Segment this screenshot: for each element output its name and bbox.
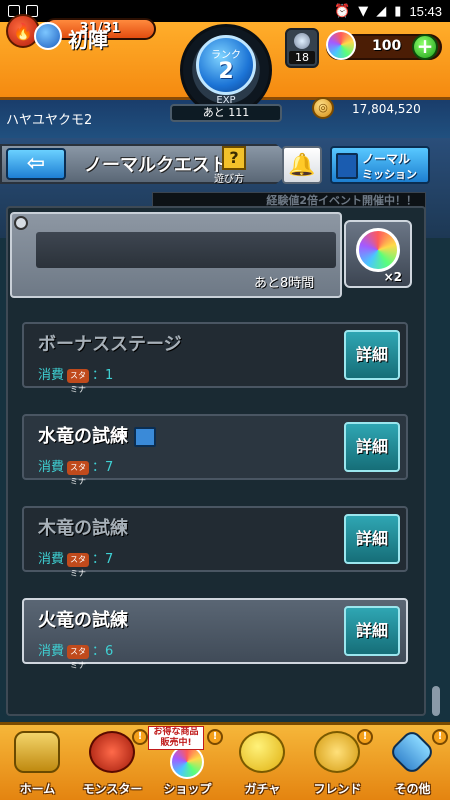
- nav-label: フレンド: [313, 782, 362, 796]
- scrollbar-thumb[interactable]: [432, 686, 440, 716]
- cost-label: 消費: [38, 460, 65, 475]
- cost-value: ：6: [92, 644, 114, 659]
- cost-value: ：7: [92, 552, 114, 567]
- nav-gacha[interactable]: ガチャ: [225, 725, 300, 800]
- coin-count: 17,804,520: [352, 102, 421, 116]
- stage-row-wood-dragon[interactable]: 木竜の試練 消費 スタミナ：7 詳細: [22, 506, 408, 578]
- orb-reward-icon: [356, 228, 400, 272]
- exp-remaining: あと 111: [170, 104, 282, 122]
- promo-tag: お得な商品 販売中!: [148, 726, 204, 750]
- stamina-word: スタミナ: [67, 644, 90, 670]
- monster-icon: [89, 731, 135, 773]
- water-element-icon: [34, 22, 62, 50]
- pin-icon: [14, 216, 28, 230]
- gem-slot[interactable]: 18: [285, 28, 319, 68]
- nav-monster[interactable]: ! モンスター: [75, 725, 150, 800]
- other-icon: [387, 727, 437, 777]
- stage-row-water-dragon[interactable]: 水竜の試練 消費 スタミナ：7 詳細: [22, 414, 408, 486]
- nav-label: ホーム: [19, 782, 56, 796]
- mission-label-line1: ノーマル: [362, 152, 411, 166]
- normal-mission-button[interactable]: ノーマル ミッション: [330, 146, 430, 184]
- detail-button[interactable]: 詳細: [344, 422, 400, 472]
- add-orb-button[interactable]: +: [412, 34, 438, 60]
- bell-icon: 🔔: [288, 152, 316, 178]
- nav-home[interactable]: ホーム: [0, 725, 75, 800]
- featured-stage-title: 初陣: [68, 28, 108, 52]
- stage-row-fire-dragon[interactable]: 火竜の試練 消費 スタミナ：6 詳細: [22, 598, 408, 670]
- nav-friend[interactable]: ! フレンド: [300, 725, 375, 800]
- bottom-nav: ホーム ! モンスター ! ショップ ガチャ ! フレンド ! その他: [0, 722, 450, 800]
- page-title: ノーマルクエスト: [84, 155, 228, 176]
- gem-icon: [294, 33, 310, 49]
- rank-orb: ランク 2: [196, 35, 256, 95]
- book-icon: [134, 427, 156, 447]
- stage-name-text: 水竜の試練: [38, 426, 128, 447]
- orb-count: 100: [372, 38, 402, 54]
- friend-icon: [314, 731, 360, 773]
- stage-cost: 消費 スタミナ：6: [38, 640, 114, 670]
- help-button[interactable]: ? 遊び方: [214, 146, 252, 185]
- reward-multiplier: ×2: [383, 270, 402, 284]
- stage-cost: 消費 スタミナ：1: [38, 364, 114, 394]
- signal-icon: ◢: [376, 3, 387, 19]
- back-button[interactable]: ⇦: [6, 148, 66, 180]
- stage-name: 木竜の試練: [38, 518, 128, 539]
- promo-line2: 販売中!: [160, 738, 192, 748]
- clock: 15:43: [409, 3, 442, 19]
- rank-badge[interactable]: ランク 2 EXP: [180, 24, 272, 116]
- detail-button[interactable]: 詳細: [344, 330, 400, 380]
- stage-name: 水竜の試練: [38, 422, 156, 448]
- stamina-word: スタミナ: [67, 368, 90, 394]
- cost-value: ：1: [92, 368, 114, 383]
- bell-button[interactable]: 🔔: [282, 146, 322, 184]
- mission-label-line2: ミッション: [362, 168, 417, 181]
- help-label: 遊び方: [214, 174, 244, 185]
- cost-label: 消費: [38, 552, 65, 567]
- stage-name: 火竜の試練: [38, 610, 128, 631]
- gem-count: 18: [289, 51, 315, 64]
- question-icon: ?: [222, 146, 246, 170]
- back-arrow-icon: ⇦: [26, 151, 46, 176]
- stage-cost: 消費 スタミナ：7: [38, 548, 114, 578]
- nav-label: ショップ: [163, 782, 212, 796]
- stamina-word: スタミナ: [67, 460, 90, 486]
- nav-label: ガチャ: [244, 782, 281, 796]
- book-icon: [336, 153, 358, 179]
- featured-name-bar: [36, 232, 336, 268]
- wifi-icon: ▼: [358, 3, 369, 19]
- cost-label: 消費: [38, 644, 65, 659]
- orb-icon: [326, 30, 356, 60]
- nav-label: モンスター: [82, 782, 143, 796]
- detail-button[interactable]: 詳細: [344, 606, 400, 656]
- player-name: ハヤユヤクモ2: [6, 113, 93, 128]
- notification-badge: !: [207, 729, 223, 745]
- nav-other[interactable]: ! その他: [375, 725, 450, 800]
- reward-box[interactable]: ×2: [344, 220, 412, 288]
- coin-icon: ◎: [312, 97, 334, 119]
- shop-orb-icon: [170, 745, 204, 779]
- detail-button[interactable]: 詳細: [344, 514, 400, 564]
- stage-row-bonus[interactable]: ボーナスステージ 消費 スタミナ：1 詳細: [22, 322, 408, 394]
- nav-label: その他: [394, 782, 431, 796]
- battery-icon: ▮: [394, 3, 402, 19]
- gacha-icon: [239, 731, 285, 773]
- featured-time-remaining: あと8時間: [254, 276, 315, 291]
- notification-badge: !: [132, 729, 148, 745]
- cost-label: 消費: [38, 368, 65, 383]
- notification-badge: !: [432, 729, 448, 745]
- stage-cost: 消費 スタミナ：7: [38, 456, 114, 486]
- notification-badge: !: [357, 729, 373, 745]
- rank-number: 2: [218, 59, 234, 84]
- promo-line1: お得な商品: [153, 727, 199, 737]
- cost-value: ：7: [92, 460, 114, 475]
- stamina-word: スタミナ: [67, 552, 90, 578]
- home-icon: [14, 731, 60, 773]
- alarm-icon: ⏰: [334, 3, 351, 19]
- stage-name: ボーナスステージ: [38, 334, 182, 355]
